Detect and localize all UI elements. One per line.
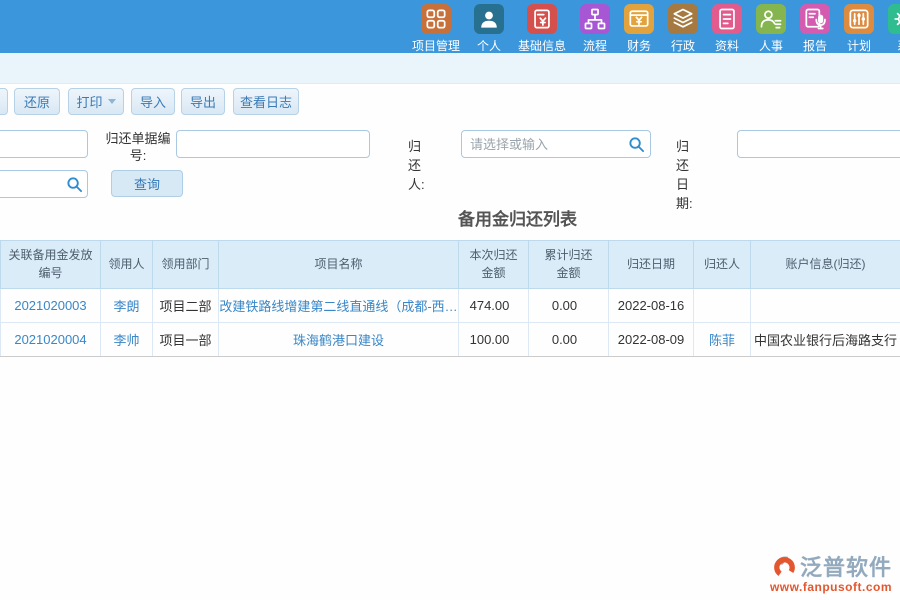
return-list-table: 关联备用金发放编号 领用人 领用部门 项目名称 本次归还金额 累计归还金额 归还… <box>0 240 900 357</box>
print-button-label: 打印 <box>76 92 102 111</box>
account-cell <box>751 289 900 323</box>
dept-cell: 项目一部 <box>153 323 219 357</box>
import-button[interactable]: 导入 <box>131 88 175 115</box>
column-header: 本次归还金额 <box>459 241 529 289</box>
person-icon <box>474 4 504 34</box>
partial-filter-input[interactable] <box>0 130 88 158</box>
nav-item-hr[interactable]: 人事 <box>756 4 786 54</box>
recipient-link[interactable]: 李朗 <box>113 299 139 314</box>
nav-item-plan[interactable]: 计划 <box>844 4 874 54</box>
nav-label: 人事 <box>759 37 783 54</box>
query-button-label: 查询 <box>134 174 160 193</box>
search-icon[interactable] <box>628 136 645 153</box>
amount-cell: 474.00 <box>459 289 529 323</box>
nav-label: 财务 <box>627 37 651 54</box>
sliders-icon <box>844 4 874 34</box>
view-log-button-label: 查看日志 <box>240 92 292 111</box>
dept-cell: 项目二部 <box>153 289 219 323</box>
column-header: 归还日期 <box>609 241 694 289</box>
return-date-label: 归还日期: <box>676 136 693 212</box>
nav-label: 资料 <box>715 37 739 54</box>
column-header: 领用部门 <box>153 241 219 289</box>
nav-label: 流程 <box>583 37 607 54</box>
nav-label: 报告 <box>803 37 827 54</box>
nav-item-personal[interactable]: 个人 <box>474 4 504 54</box>
nav-item-system[interactable]: 系 <box>888 4 900 54</box>
nav-label: 计划 <box>847 37 871 54</box>
project-link[interactable]: 珠海鹤港口建设 <box>293 333 384 348</box>
nav-item-workflow[interactable]: 流程 <box>580 4 610 54</box>
nav-item-admin[interactable]: 行政 <box>668 4 698 54</box>
doc-no-label: 归还单据编号: <box>103 131 173 165</box>
returner-input[interactable] <box>461 130 651 158</box>
table-header-row: 关联备用金发放编号 领用人 领用部门 项目名称 本次归还金额 累计归还金额 归还… <box>1 241 900 289</box>
yen-card-icon <box>624 4 654 34</box>
total-cell: 0.00 <box>529 323 609 357</box>
recipient-link[interactable]: 李帅 <box>113 333 139 348</box>
column-header: 累计归还金额 <box>529 241 609 289</box>
column-header: 账户信息(归还) <box>751 241 900 289</box>
nav-item-finance[interactable]: 财务 <box>624 4 654 54</box>
top-navbar: 项目管理 个人 基础信息 流程 财务 <box>0 0 900 53</box>
nav-item-documents[interactable]: 资料 <box>712 4 742 54</box>
import-button-label: 导入 <box>140 92 166 111</box>
fanpu-logo-icon <box>771 553 798 580</box>
nav-label: 个人 <box>477 37 501 54</box>
table-row: 2021020004 李帅 项目一部 珠海鹤港口建设 100.00 0.00 2… <box>1 323 900 357</box>
app-window: 项目管理 个人 基础信息 流程 财务 <box>0 0 900 600</box>
column-header: 领用人 <box>101 241 153 289</box>
brand-watermark: 泛普软件 www.fanpusoft.com <box>770 550 892 594</box>
date-cell: 2022-08-09 <box>609 323 694 357</box>
column-header: 关联备用金发放编号 <box>1 241 101 289</box>
restore-button-label: 还原 <box>24 92 50 111</box>
print-button[interactable]: 打印 <box>68 88 124 115</box>
returner-cell <box>694 289 751 323</box>
export-button-label: 导出 <box>190 92 216 111</box>
column-header: 项目名称 <box>219 241 459 289</box>
amount-cell: 100.00 <box>459 323 529 357</box>
brand-name: 泛普软件 <box>800 550 892 582</box>
grid-icon <box>421 4 451 34</box>
doc-no-input[interactable] <box>176 130 370 158</box>
report-mic-icon <box>800 4 830 34</box>
date-cell: 2022-08-16 <box>609 289 694 323</box>
document-yen-icon <box>527 4 557 34</box>
table-row: 2021020003 李朗 项目二部 改建铁路线增建第二线直通线（成都-西… 4… <box>1 289 900 323</box>
view-log-button[interactable]: 查看日志 <box>233 88 299 115</box>
restore-button[interactable]: 还原 <box>14 88 60 115</box>
toolbar: 还原 打印 导入 导出 查看日志 <box>0 88 900 116</box>
brand-url: www.fanpusoft.com <box>770 580 892 594</box>
export-button[interactable]: 导出 <box>181 88 225 115</box>
nav-item-project-mgmt[interactable]: 项目管理 <box>412 4 460 54</box>
returner-label: 归还人: <box>408 136 425 193</box>
file-icon <box>712 4 742 34</box>
query-button[interactable]: 查询 <box>111 170 183 197</box>
record-id-link[interactable]: 2021020003 <box>14 298 86 313</box>
total-cell: 0.00 <box>529 289 609 323</box>
return-date-input[interactable] <box>737 130 900 158</box>
search-icon[interactable] <box>66 176 83 193</box>
page-title: 备用金归还列表 <box>380 205 655 230</box>
project-link[interactable]: 改建铁路线增建第二线直通线（成都-西… <box>219 299 457 314</box>
chevron-down-icon <box>108 99 116 104</box>
nav-label: 项目管理 <box>412 37 460 54</box>
gear-icon <box>888 4 900 34</box>
record-id-link[interactable]: 2021020004 <box>14 332 86 347</box>
account-cell: 中国农业银行后海路支行 <box>751 323 900 357</box>
column-header: 归还人 <box>694 241 751 289</box>
nav-item-base-info[interactable]: 基础信息 <box>518 4 566 54</box>
returner-link[interactable]: 陈菲 <box>709 333 735 348</box>
nav-subband <box>0 53 900 84</box>
layers-icon <box>668 4 698 34</box>
partial-button[interactable] <box>0 88 8 115</box>
flowchart-icon <box>580 4 610 34</box>
nav-label: 行政 <box>671 37 695 54</box>
user-list-icon <box>756 4 786 34</box>
nav-item-reports[interactable]: 报告 <box>800 4 830 54</box>
nav-label: 基础信息 <box>518 37 566 54</box>
